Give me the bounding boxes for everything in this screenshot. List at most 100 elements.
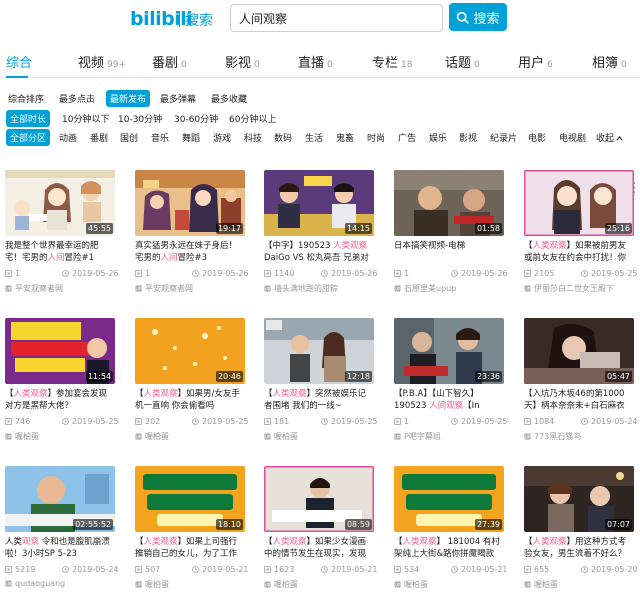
video-thumbnail[interactable]: 12:18 — [264, 318, 374, 384]
bilibili-logo[interactable]: bilibili — [130, 8, 193, 30]
uploader[interactable]: UP 773黑石猫鸟 — [524, 431, 634, 442]
duration-10-30[interactable]: 10-30分钟 — [118, 112, 162, 125]
search-input[interactable] — [231, 5, 442, 31]
duration-30-60[interactable]: 30-60分钟 — [174, 112, 218, 125]
video-title[interactable]: 【入坑乃木坂46的第1000天】柄本奈奈未+白石麻衣 — [524, 388, 632, 413]
sort-most-clicked[interactable]: 最多点击 — [59, 92, 95, 105]
zone-movie[interactable]: 电影 — [528, 131, 546, 144]
video-card[interactable]: 07:07 【人类观察】用这种方式考验女友，男生流着不好么？ 655 2019-… — [524, 466, 638, 616]
zone-tv-film[interactable]: 影视 — [459, 131, 477, 144]
video-thumbnail[interactable]: 14:15 — [264, 170, 374, 236]
video-card[interactable]: 05:47 【入坑乃木坂46的第1000天】柄本奈奈未+白石麻衣 1084 20… — [524, 318, 638, 468]
video-title[interactable]: 【人类观察】如果上司强行推销自己的女儿，为了工作 — [135, 536, 243, 561]
video-title[interactable]: 真实猛男永远在妹子身后！宅男的人间冒险#3 — [135, 240, 243, 265]
tab-article[interactable]: 专栏 18 — [372, 52, 412, 71]
uploader[interactable]: UP P吧字幕组 — [394, 431, 504, 442]
video-card[interactable]: 20:46 【人类观察】如果男/女友手机一直响 你会偷看吗 202 2019-0… — [135, 318, 249, 468]
video-title[interactable]: 【人类观察】参加宴会发现对方是黑帮大佬？ — [5, 388, 113, 413]
video-card[interactable]: 19:17 真实猛男永远在妹子身后！宅男的人间冒险#3 1 2019-05-26… — [135, 170, 249, 320]
zone-kichiku[interactable]: 鬼畜 — [336, 131, 354, 144]
sort-most-favorited[interactable]: 最多收藏 — [211, 92, 247, 105]
uploader[interactable]: UP 石原里美upup — [394, 283, 504, 294]
tab-bangumi[interactable]: 番剧 0 — [152, 52, 187, 71]
video-title[interactable]: 【人类观察】如果男/女友手机一直响 你会偷看吗 — [135, 388, 243, 413]
video-title[interactable]: 【人类观察】用这种方式考验女友，男生流着不好么？ — [524, 536, 632, 561]
tab-user[interactable]: 用户 6 — [518, 52, 553, 71]
uploader[interactable]: UP qudaoguang — [5, 579, 115, 588]
video-thumbnail[interactable]: 18:10 — [135, 466, 245, 532]
uploader[interactable]: UP 喔柏蛋 — [264, 431, 374, 442]
video-thumbnail[interactable]: 23:36 — [394, 318, 504, 384]
uploader[interactable]: UP 喔柏蛋 — [524, 579, 634, 590]
tab-topic[interactable]: 话题 0 — [445, 52, 480, 71]
uploader[interactable]: UP 喔柏蛋 — [5, 431, 115, 442]
video-card[interactable]: 14:15 【中字】190523 人类观察 DaiGo VS 松丸亮吾 兄弟对 … — [264, 170, 378, 320]
video-title[interactable]: 日本搞笑视频-电梯 — [394, 240, 502, 265]
video-card[interactable]: 11:54 【人类观察】参加宴会发现对方是黑帮大佬？ 746 2019-05-2… — [5, 318, 119, 468]
video-thumbnail[interactable]: 07:07 — [524, 466, 634, 532]
video-card[interactable]: 12:18 【人类观察】突然被娱乐记者围堵 我们的一线~ 181 2019-05… — [264, 318, 378, 468]
sort-newest[interactable]: 最新发布 — [106, 90, 151, 107]
uploader[interactable]: UP 墙头满地跑的甜粽 — [264, 283, 374, 294]
zone-anime[interactable]: 动画 — [59, 131, 77, 144]
sort-default[interactable]: 综合排序 — [8, 92, 44, 105]
zone-guochuang[interactable]: 国创 — [120, 131, 138, 144]
zone-fashion[interactable]: 时尚 — [367, 131, 385, 144]
tab-live[interactable]: 直播 0 — [298, 52, 333, 71]
zone-digital[interactable]: 数码 — [274, 131, 292, 144]
zone-documentary[interactable]: 纪录片 — [490, 131, 517, 144]
duration-under-10[interactable]: 10分钟以下 — [62, 112, 109, 125]
video-card[interactable]: 08:59 【人类观察】如果少女漫画中的情节发生在现实，发现 1623 2019… — [264, 466, 378, 616]
video-title[interactable]: 【P.B.A】【山下智久】190523 人间观察【In — [394, 388, 502, 413]
video-thumbnail[interactable]: 02:55:52 — [5, 466, 115, 532]
video-thumbnail[interactable]: 45:55 — [5, 170, 115, 236]
video-title[interactable]: 【中字】190523 人类观察 DaiGo VS 松丸亮吾 兄弟对 — [264, 240, 372, 265]
video-thumbnail[interactable]: 01:58 — [394, 170, 504, 236]
video-title[interactable]: 【人类观察】 181004 有村架纯上大街&路你拼魔喝款 — [394, 536, 502, 561]
video-card[interactable]: 27:39 【人类观察】 181004 有村架纯上大街&路你拼魔喝款 534 2… — [394, 466, 508, 616]
video-title[interactable]: 【人类观察】如果被前男友或前女友在约会中打扰！你会怎么 — [524, 240, 632, 265]
uploader[interactable]: UP 喔柏蛋 — [264, 579, 374, 590]
tab-film[interactable]: 影视 0 — [225, 52, 260, 71]
uploader[interactable]: UP 平安观察者网 — [135, 283, 245, 294]
search-button[interactable]: 搜索 — [449, 3, 507, 31]
video-thumbnail[interactable]: 25:16 — [524, 170, 634, 236]
video-title[interactable]: 【人类观察】突然被娱乐记者围堵 我们的一线~ — [264, 388, 372, 413]
video-thumbnail[interactable]: 20:46 — [135, 318, 245, 384]
uploader[interactable]: UP 平安观察者网 — [5, 283, 115, 294]
zone-music[interactable]: 音乐 — [151, 131, 169, 144]
tab-all[interactable]: 综合 — [6, 52, 32, 71]
uploader[interactable]: UP 伊丽莎白二世女王殿下 — [524, 283, 634, 294]
uploader[interactable]: UP 喔柏蛋 — [135, 579, 245, 590]
uploader[interactable]: UP 喔柏蛋 — [135, 431, 245, 442]
search-field[interactable] — [230, 4, 443, 32]
zone-life[interactable]: 生活 — [305, 131, 323, 144]
sort-most-danmaku[interactable]: 最多弹幕 — [160, 92, 196, 105]
video-title[interactable]: 【人类观察】如果少女漫画中的情节发生在现实，发现 — [264, 536, 372, 561]
video-card[interactable]: 23:36 【P.B.A】【山下智久】190523 人间观察【In 1 2019… — [394, 318, 508, 468]
video-thumbnail[interactable]: 05:47 — [524, 318, 634, 384]
video-card[interactable]: 01:58 日本搞笑视频-电梯 1 2019-05-26 UP 石原里美upup — [394, 170, 508, 320]
tab-album[interactable]: 相簿 0 — [592, 52, 627, 71]
video-thumbnail[interactable]: 08:59 — [264, 466, 374, 532]
zone-tech[interactable]: 科技 — [244, 131, 262, 144]
video-thumbnail[interactable]: 27:39 — [394, 466, 504, 532]
zone-game[interactable]: 游戏 — [213, 131, 231, 144]
zone-fold-toggle[interactable]: 收起 — [596, 131, 623, 144]
duration-over-60[interactable]: 60分钟以上 — [229, 112, 276, 125]
video-card[interactable]: 45:55 我是整个世界最幸运的肥宅！宅男的人间冒险#1 1 2019-05-2… — [5, 170, 119, 320]
video-title[interactable]: 我是整个世界最幸运的肥宅！宅男的人间冒险#1 — [5, 240, 113, 265]
uploader[interactable]: UP 喔柏蛋 — [394, 579, 504, 590]
video-card[interactable]: 02:55:52 人类观察 令和也是腹肌崩溃啦！3小时SP 5-23 5219 … — [5, 466, 119, 616]
video-card[interactable]: 25:16 【人类观察】如果被前男友或前女友在约会中打扰！你会怎么 2105 2… — [524, 170, 638, 320]
zone-all[interactable]: 全部分区 — [6, 129, 51, 146]
zone-bangumi[interactable]: 番剧 — [90, 131, 108, 144]
video-card[interactable]: 18:10 【人类观察】如果上司强行推销自己的女儿，为了工作 507 2019-… — [135, 466, 249, 616]
zone-dance[interactable]: 舞蹈 — [182, 131, 200, 144]
zone-tv-series[interactable]: 电视剧 — [559, 131, 586, 144]
zone-ads[interactable]: 广告 — [398, 131, 416, 144]
video-thumbnail[interactable]: 19:17 — [135, 170, 245, 236]
video-thumbnail[interactable]: 11:54 — [5, 318, 115, 384]
duration-all[interactable]: 全部时长 — [6, 110, 51, 127]
zone-entertainment[interactable]: 娱乐 — [429, 131, 447, 144]
